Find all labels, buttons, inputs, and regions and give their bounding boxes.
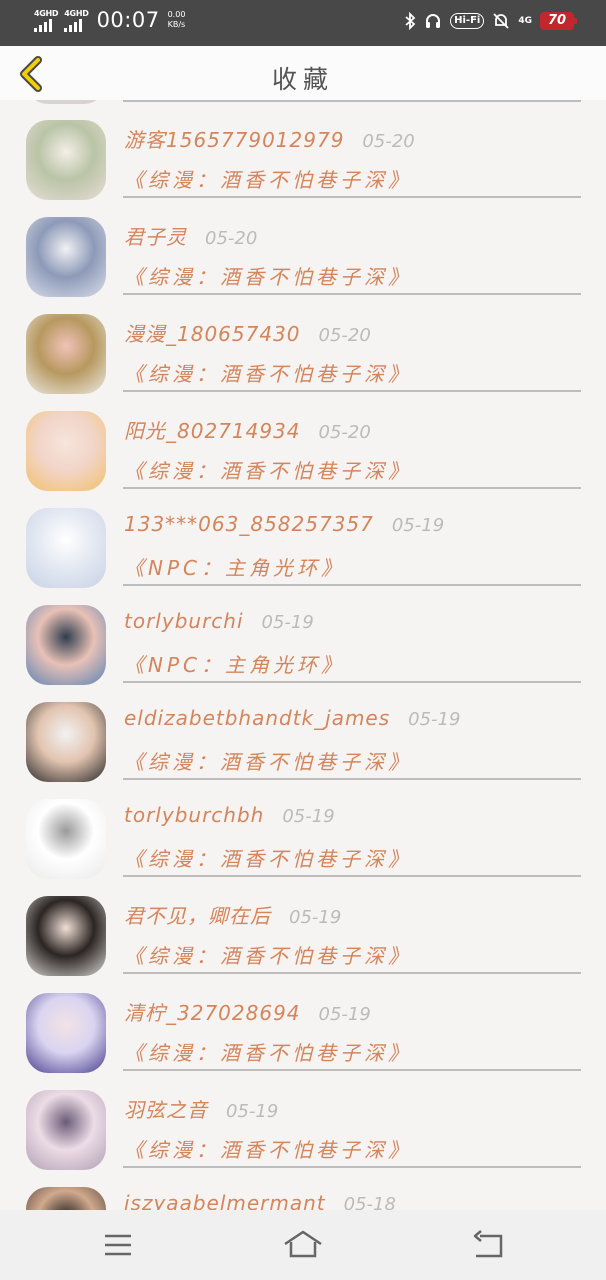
avatar bbox=[26, 993, 106, 1073]
list-item[interactable]: 君不见，卿在后 05-19 《综漫：酒香不怕巷子深》 bbox=[0, 876, 606, 976]
status-left: 4GHD 4GHD 00:07 0.00 KB/s bbox=[34, 8, 185, 32]
back-icon bbox=[473, 1230, 503, 1258]
work-title: 《NPC：主角光环》 bbox=[124, 556, 345, 580]
user-name: 漫漫_180657430 bbox=[124, 322, 301, 346]
menu-icon bbox=[105, 1234, 131, 1256]
user-name: 阳光_802714934 bbox=[124, 419, 301, 443]
user-name: 羽弦之音 bbox=[124, 1098, 208, 1122]
page-title: 收藏 bbox=[271, 65, 334, 94]
work-title: 《NPC：主角光环》 bbox=[124, 653, 345, 677]
work-title: 《综漫：酒香不怕巷子深》 bbox=[124, 362, 412, 386]
net-speed-value: 0.00 bbox=[167, 10, 186, 19]
avatar bbox=[26, 1090, 106, 1170]
bluetooth-icon bbox=[405, 12, 416, 30]
item-date: 05-20 bbox=[205, 228, 258, 249]
app-header: 收藏 bbox=[0, 46, 606, 100]
item-date: 05-18 bbox=[343, 1194, 396, 1210]
user-name: 133***063_858257357 bbox=[124, 512, 374, 536]
list-item[interactable]: 漫漫_180657430 05-20 《综漫：酒香不怕巷子深》 bbox=[0, 294, 606, 394]
user-name: eldizabetbhandtk_james bbox=[124, 706, 391, 730]
hifi-badge: Hi-Fi bbox=[450, 13, 485, 29]
work-title: 《综漫：酒香不怕巷子深》 bbox=[124, 1041, 412, 1065]
name-line: 133***063_858257357 05-19 bbox=[124, 512, 444, 536]
clock: 00:07 bbox=[96, 8, 160, 32]
user-name: 游客1565779012979 bbox=[124, 128, 345, 152]
list-item[interactable]: 羽弦之音 05-19 《综漫：酒香不怕巷子深》 bbox=[0, 1070, 606, 1170]
sim2-label: 4GHD bbox=[64, 8, 89, 18]
list-item[interactable]: 阳光_802714934 05-20 《综漫：酒香不怕巷子深》 bbox=[0, 391, 606, 491]
item-date: 05-20 bbox=[362, 131, 415, 152]
item-date: 05-20 bbox=[318, 422, 371, 443]
list-item[interactable]: 清柠_327028694 05-19 《综漫：酒香不怕巷子深》 bbox=[0, 973, 606, 1073]
headphones-icon bbox=[426, 14, 441, 28]
user-name: 君不见，卿在后 bbox=[124, 904, 271, 928]
name-line: iszyaabelmermant 05-18 bbox=[124, 1191, 396, 1210]
work-title: 《综漫：酒香不怕巷子深》 bbox=[124, 750, 412, 774]
avatar bbox=[26, 411, 106, 491]
item-date: 05-19 bbox=[282, 806, 335, 827]
name-line: 君子灵 05-20 bbox=[124, 221, 257, 250]
name-line: 羽弦之音 05-19 bbox=[124, 1094, 278, 1123]
avatar bbox=[26, 217, 106, 297]
favorites-list[interactable]: 游客1565779012979 05-20 《综漫：酒香不怕巷子深》 君子灵 05-20… bbox=[0, 100, 606, 1210]
avatar bbox=[26, 799, 106, 879]
net-speed-unit: KB/s bbox=[167, 20, 186, 29]
avatar bbox=[26, 702, 106, 782]
sim2-signal-icon: 4GHD bbox=[64, 8, 89, 32]
name-line: 清柠_327028694 05-19 bbox=[124, 997, 371, 1026]
work-title: 《综漫：酒香不怕巷子深》 bbox=[124, 847, 412, 871]
avatar bbox=[26, 508, 106, 588]
nav-back-button[interactable] bbox=[468, 1226, 508, 1266]
name-line: 漫漫_180657430 05-20 bbox=[124, 318, 371, 347]
net-speed: 0.00 KB/s bbox=[168, 10, 186, 30]
list-item[interactable]: 君子灵 05-20 《综漫：酒香不怕巷子深》 bbox=[0, 197, 606, 297]
item-date: 05-19 bbox=[261, 612, 314, 633]
user-name: 清柠_327028694 bbox=[124, 1001, 301, 1025]
sim1-signal-icon: 4GHD bbox=[34, 8, 59, 32]
network-type: 4G bbox=[518, 16, 532, 26]
item-date: 05-19 bbox=[391, 515, 445, 536]
work-title: 《综漫：酒香不怕巷子深》 bbox=[124, 168, 412, 192]
name-line: torlyburchi 05-19 bbox=[124, 609, 314, 633]
home-button[interactable] bbox=[283, 1226, 323, 1266]
menu-button[interactable] bbox=[98, 1226, 138, 1266]
status-right: Hi-Fi 4G 70 bbox=[396, 12, 577, 30]
work-title: 《综漫：酒香不怕巷子深》 bbox=[124, 1138, 412, 1162]
sim1-label: 4GHD bbox=[34, 8, 59, 18]
work-title: 《综漫：酒香不怕巷子深》 bbox=[124, 459, 412, 483]
work-title: 《综漫：酒香不怕巷子深》 bbox=[124, 265, 412, 289]
list-item[interactable]: eldizabetbhandtk_james 05-19 《综漫：酒香不怕巷子深》 bbox=[0, 682, 606, 782]
user-name: iszyaabelmermant bbox=[124, 1191, 326, 1210]
name-line: eldizabetbhandtk_james 05-19 bbox=[124, 706, 460, 730]
avatar bbox=[26, 605, 106, 685]
avatar bbox=[26, 120, 106, 200]
user-name: torlyburchi bbox=[124, 609, 244, 633]
work-title: 《综漫：酒香不怕巷子深》 bbox=[124, 944, 412, 968]
user-name: torlyburchbh bbox=[124, 803, 265, 827]
user-name: 君子灵 bbox=[124, 225, 187, 249]
list-item[interactable]: 游客1565779012979 05-20 《综漫：酒香不怕巷子深》 bbox=[0, 100, 606, 200]
mute-bell-icon bbox=[493, 13, 509, 29]
battery-icon: 70 bbox=[540, 12, 577, 30]
name-line: 阳光_802714934 05-20 bbox=[124, 415, 371, 444]
avatar bbox=[26, 1187, 106, 1210]
list-item[interactable]: 133***063_858257357 05-19 《NPC：主角光环》 bbox=[0, 488, 606, 588]
list-item[interactable]: torlyburchi 05-19 《NPC：主角光环》 bbox=[0, 585, 606, 685]
status-bar: 4GHD 4GHD 00:07 0.00 KB/s Hi-Fi 4G 70 bbox=[0, 0, 606, 46]
name-line: 游客1565779012979 05-20 bbox=[124, 124, 415, 153]
system-nav-bar bbox=[0, 1210, 606, 1280]
name-line: torlyburchbh 05-19 bbox=[124, 803, 335, 827]
home-icon bbox=[284, 1230, 322, 1258]
item-date: 05-20 bbox=[318, 325, 371, 346]
item-date: 05-19 bbox=[408, 709, 461, 730]
avatar bbox=[26, 314, 106, 394]
avatar bbox=[26, 896, 106, 976]
list-item[interactable]: torlyburchbh 05-19 《综漫：酒香不怕巷子深》 bbox=[0, 779, 606, 879]
item-date: 05-19 bbox=[318, 1004, 371, 1025]
name-line: 君不见，卿在后 05-19 bbox=[124, 900, 341, 929]
list-item[interactable]: iszyaabelmermant 05-18 bbox=[0, 1167, 606, 1210]
item-date: 05-19 bbox=[226, 1101, 279, 1122]
item-date: 05-19 bbox=[289, 907, 342, 928]
